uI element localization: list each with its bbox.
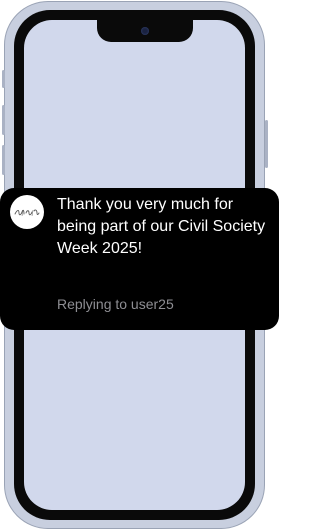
volume-down-button: [2, 145, 5, 175]
power-button: [265, 120, 268, 168]
avatar: [10, 195, 44, 229]
signature-logo-icon: [14, 209, 40, 217]
notch: [97, 20, 193, 42]
volume-up-button: [2, 105, 5, 135]
reply-label: Replying to user25: [57, 296, 174, 312]
silent-switch: [2, 70, 5, 88]
notification-message: Thank you very much for being part of ou…: [57, 196, 266, 257]
stage: Thank you very much for being part of ou…: [0, 0, 279, 531]
camera-icon: [141, 27, 149, 35]
